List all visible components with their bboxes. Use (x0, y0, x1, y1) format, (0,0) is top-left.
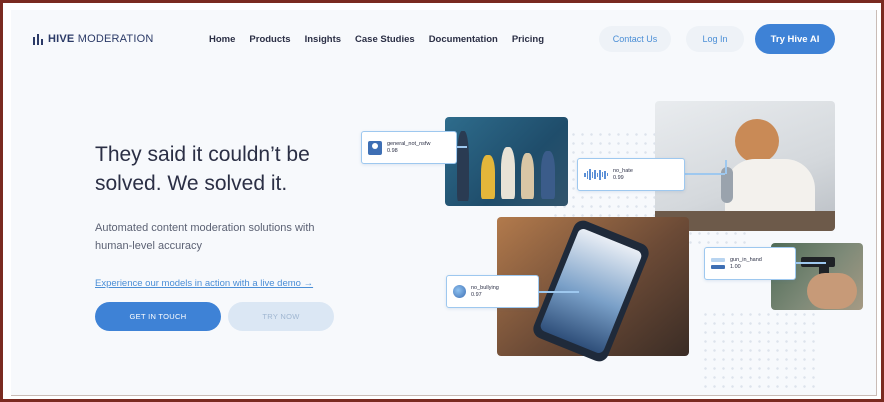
nav-products[interactable]: Products (249, 34, 290, 45)
connector-line (539, 291, 579, 293)
moderation-tag: gun_in_hand 1.00 (704, 247, 796, 280)
tag-score: 0.97 (471, 291, 482, 298)
outer-frame: HIVE MODERATION Home Products Insights C… (0, 0, 884, 402)
moderation-tag: general_not_nsfw 0.98 (361, 131, 457, 164)
nav-pricing[interactable]: Pricing (512, 34, 544, 45)
circle-icon (453, 285, 466, 298)
tag-score: 0.98 (387, 147, 398, 154)
tag-label: gun_in_hand (730, 256, 762, 263)
hero-headline: They said it couldn’t be solved. We solv… (95, 143, 310, 195)
nav-case-studies[interactable]: Case Studies (355, 34, 415, 45)
bars-icon (711, 258, 725, 269)
group-photo (445, 117, 568, 206)
tag-label: no_bullying (471, 284, 499, 291)
tag-label: no_hate (613, 167, 633, 174)
main-nav: Home Products Insights Case Studies Docu… (209, 34, 544, 45)
live-demo-link[interactable]: Experience our models in action with a l… (95, 278, 313, 289)
moderation-tag: no_hate 0.99 (577, 158, 685, 191)
brand-logo[interactable]: HIVE MODERATION (33, 33, 153, 45)
nav-documentation[interactable]: Documentation (429, 34, 498, 45)
connector-line (685, 173, 725, 175)
try-hive-ai-button[interactable]: Try Hive AI (755, 24, 835, 54)
connector-line (796, 262, 826, 264)
hero-subtitle: Automated content moderation solutions w… (95, 222, 315, 252)
tag-label: general_not_nsfw (387, 140, 431, 147)
contact-us-button[interactable]: Contact Us (599, 26, 671, 52)
nav-insights[interactable]: Insights (305, 34, 341, 45)
tag-score: 1.00 (730, 263, 741, 270)
page-viewport: HIVE MODERATION Home Products Insights C… (11, 10, 877, 396)
moderation-tag: no_bullying 0.97 (446, 275, 539, 308)
dot-pattern (701, 310, 821, 390)
brand-name: HIVE MODERATION (48, 33, 154, 45)
user-icon (368, 140, 382, 155)
tag-score: 0.99 (613, 174, 624, 181)
get-in-touch-button[interactable]: GET IN TOUCH (95, 302, 221, 331)
connector-line (457, 146, 467, 148)
hive-logo-icon (33, 33, 43, 45)
audio-wave-icon (584, 169, 608, 181)
log-in-button[interactable]: Log In (686, 26, 744, 52)
try-now-button[interactable]: TRY NOW (228, 302, 334, 331)
nav-home[interactable]: Home (209, 34, 235, 45)
connector-line (725, 160, 727, 174)
